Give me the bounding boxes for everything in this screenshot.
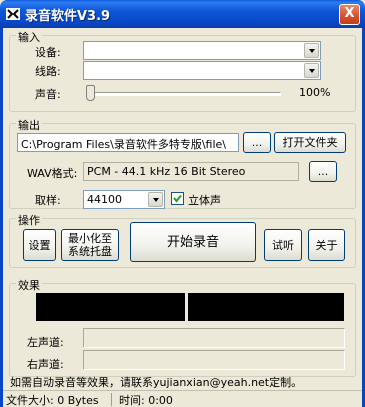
volume-value: 100% (299, 86, 331, 99)
chevron-down-icon[interactable] (304, 43, 319, 58)
left-channel-label: 左声道: (27, 336, 64, 349)
chevron-down-icon[interactable] (304, 63, 319, 78)
sample-rate-select[interactable]: 44100 (83, 190, 165, 209)
sample-rate-value: 44100 (87, 193, 122, 206)
close-button[interactable]: X (339, 4, 360, 25)
listen-button[interactable]: 试听 (264, 229, 302, 261)
file-size-status: 文件大小: 0 Bytes (6, 394, 99, 407)
output-group-label: 输出 (16, 117, 42, 133)
window-title: 录音软件V3.9 (25, 9, 111, 24)
volume-label: 声音: (35, 88, 61, 101)
input-group-label: 输入 (16, 29, 42, 45)
left-channel-bar (83, 328, 345, 348)
settings-button[interactable]: 设置 (23, 229, 56, 261)
operation-group-label: 操作 (16, 212, 42, 228)
line-label: 线路: (35, 65, 61, 78)
window-frame-left (0, 28, 3, 407)
volume-slider-thumb[interactable] (86, 85, 95, 101)
line-select[interactable] (83, 61, 321, 80)
open-folder-button[interactable]: 打开文件夹 (274, 132, 346, 153)
left-channel-meter (36, 293, 185, 321)
right-channel-bar (83, 350, 345, 370)
minimize-label-line1: 最小化至 (68, 232, 112, 245)
app-icon (6, 8, 20, 20)
start-recording-button[interactable]: 开始录音 (130, 222, 256, 262)
device-select[interactable] (83, 41, 321, 60)
output-path-field[interactable]: C:\Program Files\录音软件多特专版\file\ (17, 133, 239, 152)
device-label: 设备: (35, 46, 61, 59)
browse-path-button[interactable]: ... (243, 132, 271, 153)
minimize-label-line2: 系统托盘 (68, 245, 112, 258)
sample-label: 取样: (35, 194, 61, 207)
checkmark-icon (173, 194, 182, 203)
close-icon: X (344, 6, 355, 21)
status-divider (111, 393, 112, 406)
stereo-label: 立体声 (188, 194, 221, 207)
chevron-down-icon[interactable] (148, 192, 163, 207)
wav-format-button[interactable]: ... (309, 161, 337, 182)
about-button[interactable]: 关于 (308, 229, 345, 261)
wav-format-label: WAV格式: (27, 167, 78, 180)
right-channel-label: 右声道: (27, 358, 64, 371)
stereo-checkbox[interactable] (171, 192, 184, 205)
volume-slider[interactable] (89, 92, 281, 96)
custom-notice: 如需自动录音等效果，请联系yujianxian@yeah.net定制。 (10, 376, 303, 389)
status-bar: 文件大小: 0 Bytes 时间: 0:00 (3, 390, 362, 407)
right-channel-meter (188, 293, 344, 321)
minimize-to-tray-button[interactable]: 最小化至 系统托盘 (61, 229, 119, 261)
time-status: 时间: 0:00 (119, 394, 173, 407)
effects-group-label: 效果 (16, 277, 42, 293)
title-bar[interactable]: 录音软件V3.9 X (0, 0, 365, 28)
wav-format-field: PCM - 44.1 kHz 16 Bit Stereo (83, 162, 299, 181)
